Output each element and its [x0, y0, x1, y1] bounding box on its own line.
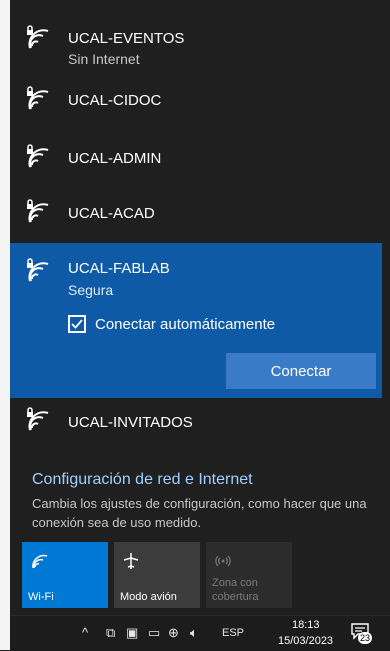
wifi-secured-icon	[27, 86, 49, 110]
clock-date[interactable]: 15/03/2023	[278, 635, 333, 647]
network-item-ucal-cidoc[interactable]: UCAL-CIDOC	[10, 80, 382, 130]
wifi-secured-icon	[27, 407, 49, 431]
usb-device-icon[interactable]: ⧉	[106, 625, 115, 641]
mobile-hotspot-tile: Zona con cobertura	[206, 542, 292, 608]
hotspot-icon	[215, 555, 231, 567]
checkmark-icon	[71, 319, 83, 329]
network-item-ucal-admin[interactable]: UCAL-ADMIN	[10, 135, 382, 185]
tile-label: Wi-Fi	[28, 591, 54, 603]
network-globe-icon[interactable]: ⊕	[168, 625, 179, 641]
desktop-background-strip	[0, 0, 10, 650]
wifi-secured-icon	[27, 25, 49, 49]
network-status: Segura	[68, 282, 114, 298]
taskbar: ^ ⧉ ▣ ▭ ⊕ 🔈︎ ESP 18:13 15/03/2023 23	[10, 615, 390, 651]
notification-count-badge: 23	[358, 632, 373, 644]
battery-icon[interactable]: ▭	[148, 625, 160, 641]
connect-button[interactable]: Conectar	[226, 353, 376, 389]
clock-time[interactable]: 18:13	[292, 619, 320, 631]
network-name: UCAL-CIDOC	[68, 92, 162, 109]
language-indicator[interactable]: ESP	[222, 627, 244, 639]
network-name: UCAL-INVITADOS	[68, 414, 193, 431]
notification-center-button[interactable]: 23	[350, 622, 374, 646]
network-name: UCAL-ADMIN	[68, 150, 162, 167]
network-settings-description: Cambia los ajustes de configuración, com…	[32, 496, 367, 530]
network-item-ucal-eventos[interactable]: UCAL-EVENTOS Sin Internet	[10, 0, 382, 80]
wifi-icon	[32, 554, 48, 569]
network-flyout: UCAL-EVENTOS Sin Internet UCAL-CIDOC UCA…	[10, 0, 382, 615]
tile-label: Modo avión	[120, 591, 177, 603]
show-hidden-icons-icon[interactable]: ^	[82, 625, 88, 640]
airplane-icon	[123, 553, 139, 569]
wifi-toggle-tile[interactable]: Wi-Fi	[22, 542, 108, 608]
network-name: UCAL-FABLAB	[68, 260, 170, 277]
network-status: Sin Internet	[68, 51, 140, 67]
network-settings-link[interactable]: Configuración de red e Internet	[32, 471, 253, 489]
wifi-secured-icon	[27, 144, 49, 168]
network-item-ucal-invitados[interactable]: UCAL-INVITADOS	[10, 400, 382, 445]
network-item-ucal-acad[interactable]: UCAL-ACAD	[10, 190, 382, 240]
network-name: UCAL-EVENTOS	[68, 30, 185, 47]
wifi-secured-icon	[27, 199, 49, 223]
meet-now-icon[interactable]: ▣	[126, 625, 138, 641]
auto-connect-label: Conectar automáticamente	[95, 316, 276, 333]
tile-label: Zona con cobertura	[212, 577, 259, 603]
network-name: UCAL-ACAD	[68, 205, 155, 222]
auto-connect-checkbox[interactable]	[68, 315, 86, 333]
volume-icon[interactable]: 🔈︎	[190, 625, 198, 641]
wifi-secured-icon	[27, 258, 49, 282]
airplane-mode-tile[interactable]: Modo avión	[114, 542, 200, 608]
